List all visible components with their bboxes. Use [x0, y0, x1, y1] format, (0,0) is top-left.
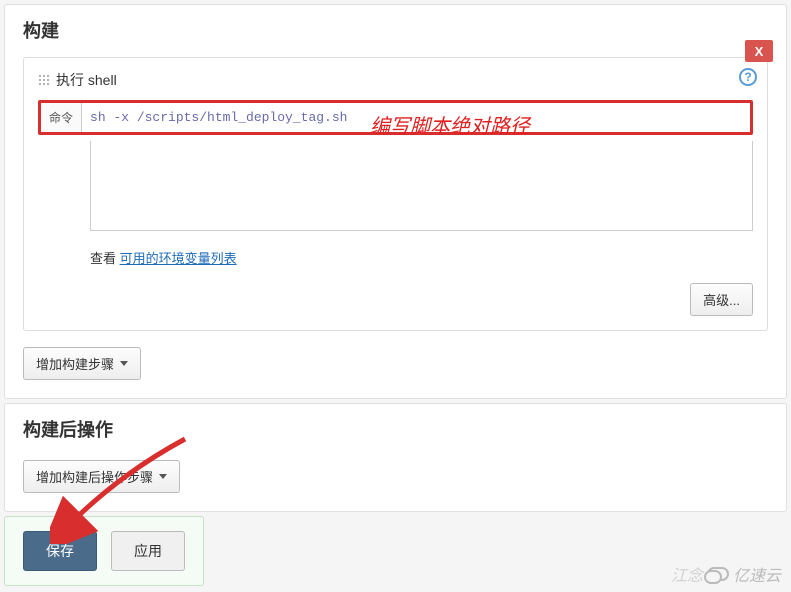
close-button[interactable]: X	[745, 40, 773, 62]
save-button[interactable]: 保存	[23, 531, 97, 571]
build-section: 构建 X ? 执行 shell 命令 查看 可用的环境变量列表 高级... 增加…	[4, 4, 787, 399]
post-build-section: 构建后操作 增加构建后操作步骤	[4, 403, 787, 512]
command-textarea[interactable]	[90, 141, 753, 231]
cloud-icon	[707, 567, 729, 581]
chevron-down-icon	[120, 361, 128, 366]
advanced-button[interactable]: 高级...	[690, 283, 753, 316]
help-icon[interactable]: ?	[739, 68, 757, 86]
hint-row: 查看 可用的环境变量列表	[90, 248, 753, 267]
watermark: 江念 亿速云	[671, 562, 781, 586]
build-title: 构建	[23, 17, 768, 43]
apply-button[interactable]: 应用	[111, 531, 185, 571]
command-row: 命令	[38, 100, 753, 135]
add-build-step-button[interactable]: 增加构建步骤	[23, 347, 141, 380]
add-build-step-label: 增加构建步骤	[36, 354, 114, 373]
post-build-title: 构建后操作	[23, 416, 768, 442]
command-input[interactable]	[82, 103, 750, 132]
shell-step-box: X ? 执行 shell 命令 查看 可用的环境变量列表 高级...	[23, 57, 768, 331]
watermark-text: 亿速云	[733, 562, 781, 586]
command-label: 命令	[41, 103, 82, 132]
shell-step-label: 执行 shell	[56, 70, 117, 90]
shell-step-header: 执行 shell	[38, 70, 753, 90]
chevron-down-icon	[159, 474, 167, 479]
add-post-build-step-label: 增加构建后操作步骤	[36, 467, 153, 486]
advanced-button-label: 高级...	[703, 290, 740, 309]
bottom-action-bar: 保存 应用	[4, 516, 204, 586]
hint-prefix: 查看	[90, 251, 120, 266]
drag-grip-icon[interactable]	[38, 74, 50, 86]
watermark-prefix: 江念	[671, 562, 703, 586]
env-vars-link[interactable]: 可用的环境变量列表	[120, 251, 237, 266]
add-post-build-step-button[interactable]: 增加构建后操作步骤	[23, 460, 180, 493]
